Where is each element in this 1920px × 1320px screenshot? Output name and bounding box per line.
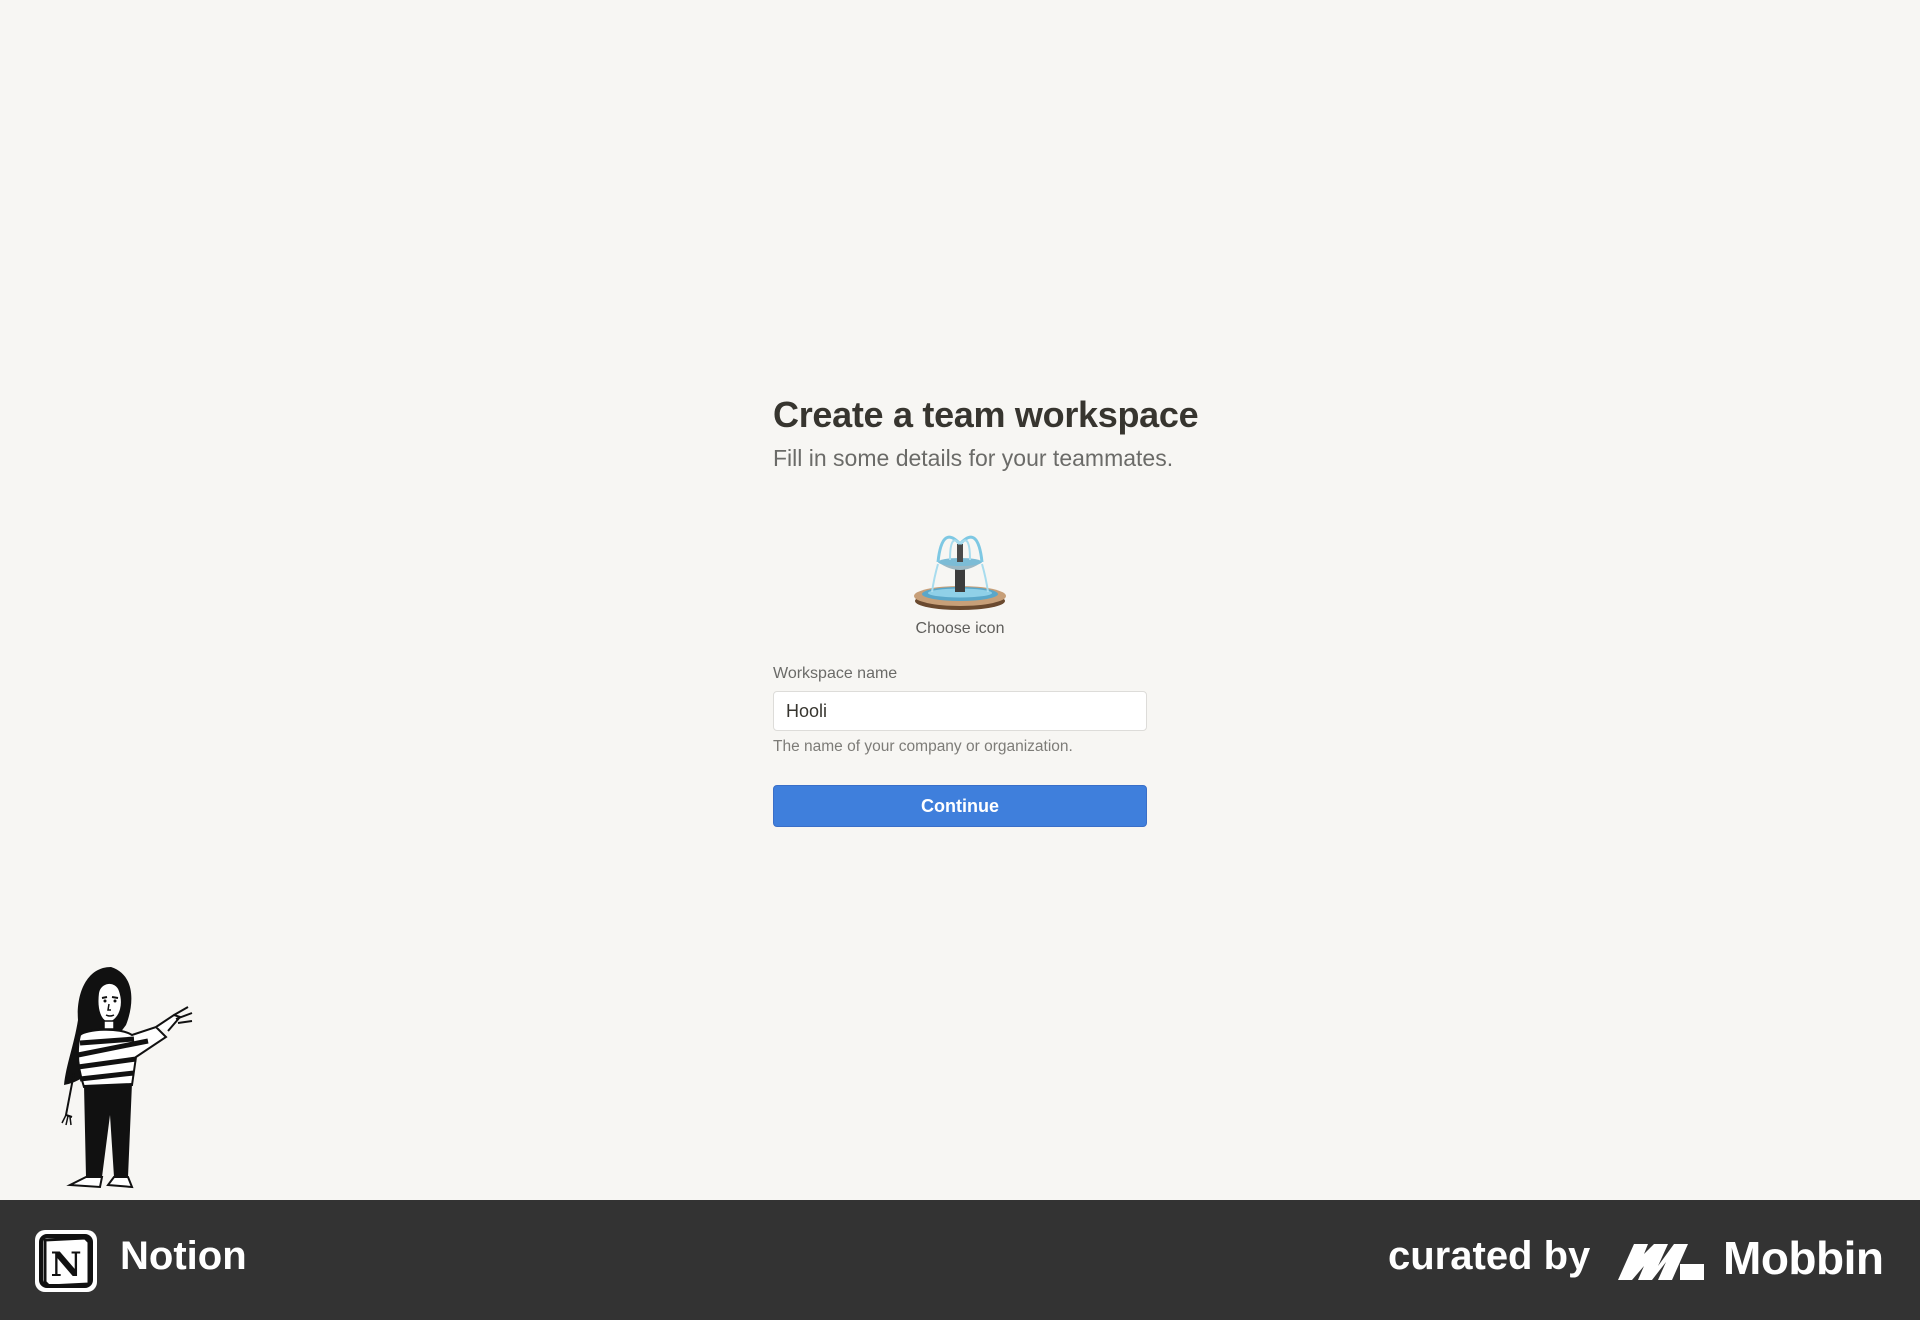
page-title: Create a team workspace: [773, 394, 1199, 435]
waving-person-illustration: [61, 967, 193, 1189]
fountain-icon: [914, 535, 1006, 610]
workspace-name-input[interactable]: [774, 692, 1146, 730]
main-content: Create a team workspace Fill in some det…: [0, 0, 1920, 1200]
choose-icon-button[interactable]: Choose icon: [910, 522, 1010, 637]
notion-logo-icon: N: [35, 1230, 97, 1292]
footer-bar: N Notion curated by Mobbin: [0, 1200, 1920, 1320]
svg-text:N: N: [50, 1245, 81, 1285]
mobbin-logo-icon: [1618, 1244, 1704, 1280]
workspace-name-field[interactable]: [773, 691, 1147, 731]
page: Create a team workspace Fill in some det…: [0, 0, 1920, 1320]
continue-button[interactable]: Continue: [773, 785, 1147, 827]
page-subtitle: Fill in some details for your teammates.: [773, 445, 1174, 471]
workspace-name-label: Workspace name: [773, 665, 898, 682]
brand-name: Mobbin: [1723, 1232, 1884, 1284]
workspace-name-hint: The name of your company or organization…: [773, 738, 1073, 755]
app-name: Notion: [120, 1234, 247, 1278]
choose-icon-label: Choose icon: [915, 620, 1005, 637]
curated-by-text: curated by: [1388, 1234, 1591, 1278]
